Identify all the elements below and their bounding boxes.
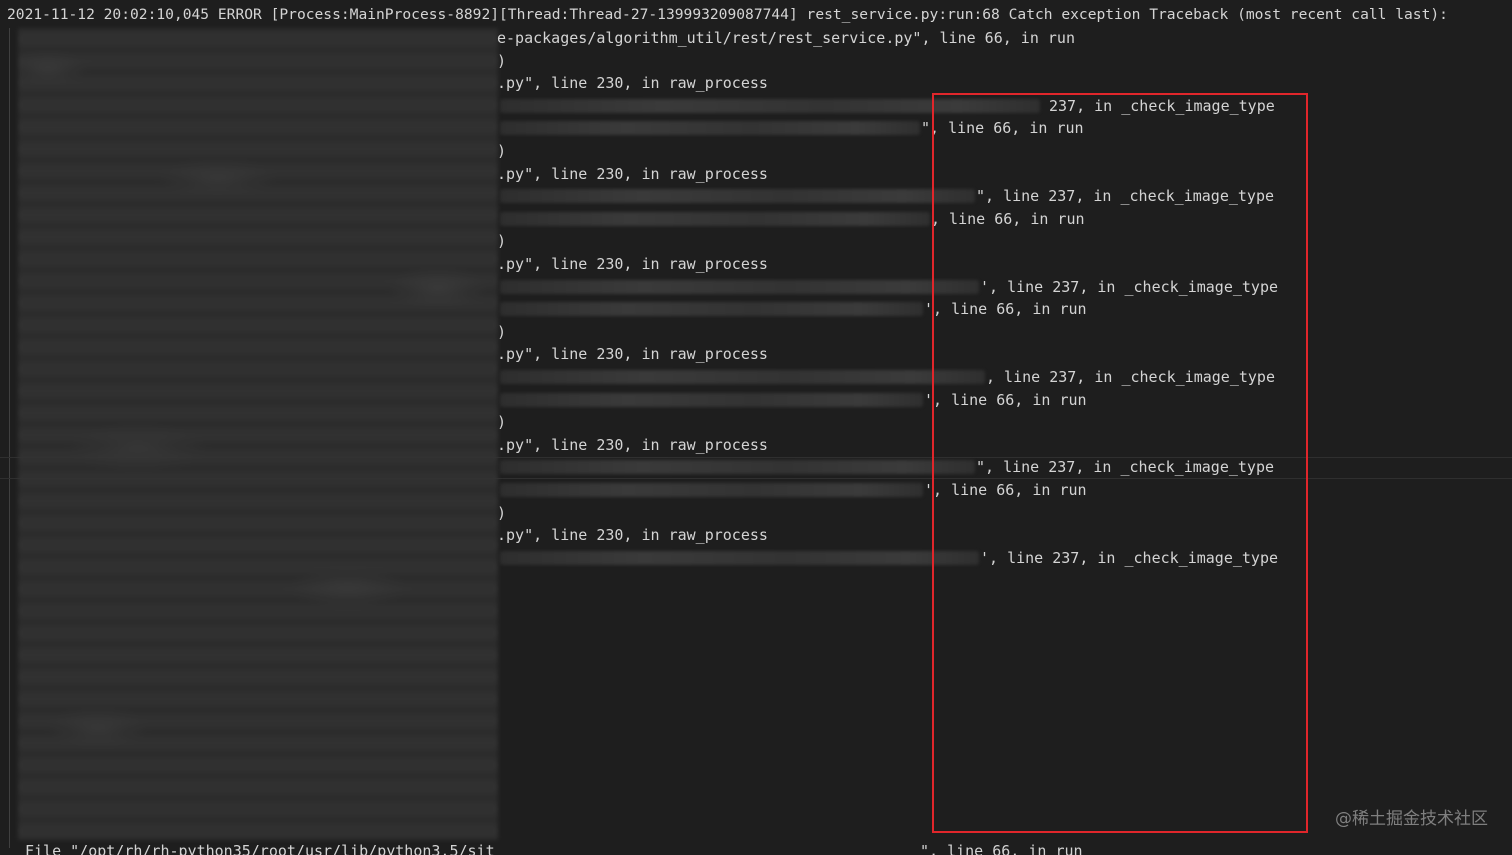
traceback-line-text: ) [497, 503, 507, 522]
redacted-path [500, 302, 923, 317]
footer-line-right: ", line 66, in run [920, 842, 1083, 855]
traceback-line-text: ) [497, 413, 507, 432]
traceback-line-text: .py", line 230, in raw_process [497, 526, 768, 545]
redacted-path [500, 460, 975, 475]
traceback-line-text: .py", line 230, in raw_process [497, 345, 768, 364]
redacted-path [500, 279, 979, 294]
redacted-path [500, 121, 920, 136]
traceback-line-text: ) [497, 232, 507, 251]
traceback-line-text: ) [497, 142, 507, 160]
redacted-path [500, 550, 979, 565]
footer-line-left: File "/opt/rh/rh-python35/root/usr/lib/p… [25, 842, 495, 855]
redacted-path [500, 370, 985, 384]
traceback-line-text: .py", line 230, in raw_process [497, 435, 768, 454]
traceback-line: e-packages/algorithm_util/rest/rest_serv… [0, 27, 1512, 49]
traceback-line-text: .py", line 230, in raw_process [497, 164, 768, 183]
log-header-line: 2021-11-12 20:02:10,045 ERROR [Process:M… [7, 6, 1448, 23]
log-editor[interactable]: 2021-11-12 20:02:10,045 ERROR [Process:M… [0, 0, 1512, 855]
traceback-line-text: ) [497, 51, 507, 70]
traceback-line: ) [0, 50, 1512, 72]
traceback-line-text: .py", line 230, in raw_process [497, 74, 768, 93]
traceback-line-text: ) [497, 322, 507, 341]
traceback-line-text: e-packages/algorithm_util/rest/rest_serv… [497, 29, 1075, 47]
redacted-path [500, 483, 923, 497]
redacted-path [500, 392, 923, 407]
watermark: @稀土掘金技术社区 [1335, 809, 1488, 829]
highlight-box [932, 93, 1308, 833]
redacted-path [500, 211, 930, 226]
traceback-line: .py", line 230, in raw_process [0, 72, 1512, 94]
redacted-path [500, 189, 975, 204]
traceback-line-text: .py", line 230, in raw_process [497, 255, 768, 273]
